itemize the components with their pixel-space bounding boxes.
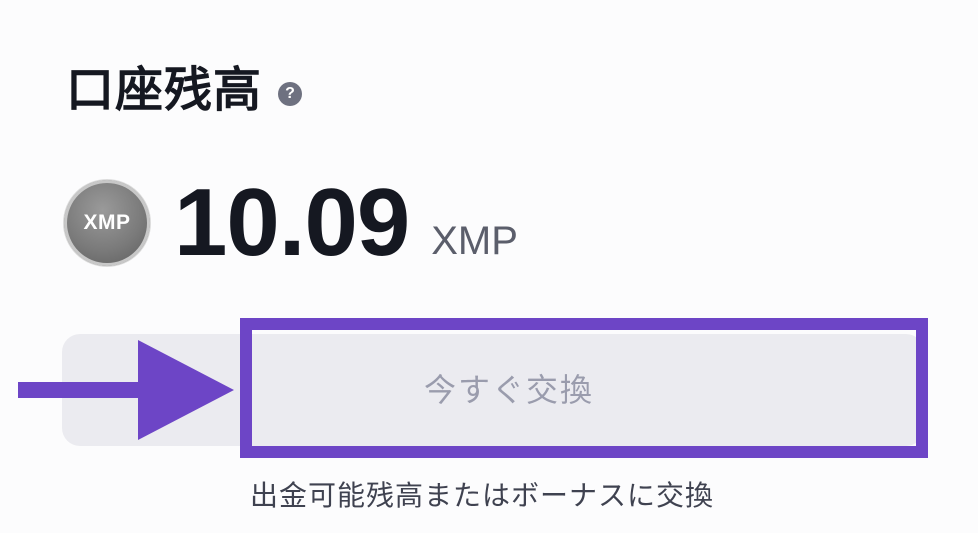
coin-label: XMP: [83, 211, 131, 234]
balance-title: 口座残高: [66, 62, 263, 118]
title-row: 口座残高 ?: [66, 62, 303, 118]
exchange-description: 出金可能残高またはボーナスに交換: [250, 479, 715, 512]
pointer-arrow-icon: [18, 340, 234, 440]
balance-row: XMP 10.09 XMP: [64, 175, 518, 271]
xmp-coin-icon: XMP: [64, 180, 150, 266]
help-icon[interactable]: ?: [278, 82, 303, 106]
exchange-now-button[interactable]: 今すぐ交換: [240, 318, 928, 458]
account-balance-card: 口座残高 ? XMP 10.09 XMP 今すぐ交換 出金可能残高またはボーナス…: [0, 0, 978, 533]
balance-amount: 10.09: [174, 169, 410, 276]
balance-unit: XMP: [431, 219, 518, 263]
exchange-button-label: 今すぐ交換: [423, 371, 594, 409]
